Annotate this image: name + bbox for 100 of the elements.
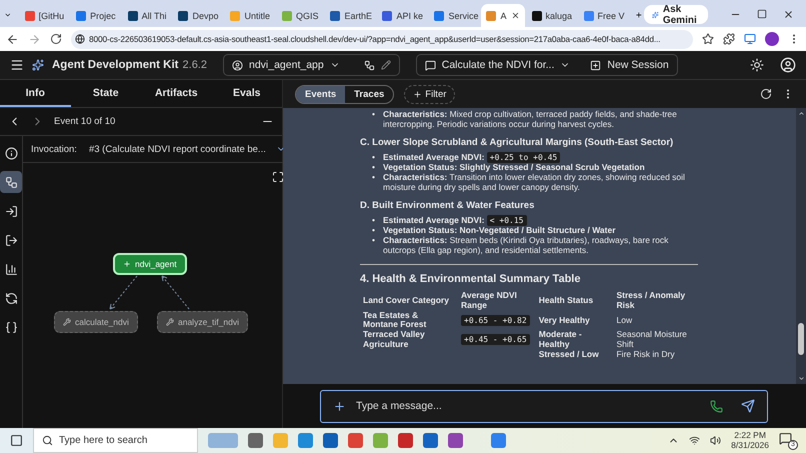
scrollbar[interactable] bbox=[796, 108, 806, 384]
clock[interactable]: 2:22 PM 8/31/2026 bbox=[731, 430, 769, 450]
fullscreen-icon[interactable] bbox=[272, 171, 284, 183]
list-item: • Estimated Average NDVI: +0.25 to +0.45 bbox=[372, 153, 698, 164]
browser-tab[interactable]: All Thi bbox=[122, 4, 172, 27]
ask-gemini-button[interactable]: Ask Gemini bbox=[644, 5, 708, 24]
add-icon[interactable] bbox=[333, 400, 346, 412]
browser-tab[interactable]: Free V bbox=[578, 4, 628, 27]
close-icon[interactable] bbox=[510, 11, 520, 20]
graph-icon[interactable] bbox=[364, 60, 375, 70]
volume-icon[interactable] bbox=[710, 435, 722, 446]
favicon-icon bbox=[434, 10, 444, 20]
browser-tab[interactable]: kaluga bbox=[526, 4, 576, 27]
browser-tab[interactable]: A bbox=[481, 4, 524, 27]
favicon-icon bbox=[330, 10, 340, 20]
panel-tab[interactable]: State bbox=[70, 80, 141, 107]
plus-icon bbox=[413, 90, 422, 98]
table-cell: Low bbox=[616, 314, 632, 325]
plus-icon bbox=[123, 260, 131, 268]
send-icon[interactable] bbox=[741, 399, 755, 413]
start-icon[interactable] bbox=[10, 434, 23, 447]
refresh-icon[interactable] bbox=[760, 88, 772, 100]
column-header: Health Status bbox=[538, 294, 594, 308]
menu-icon[interactable] bbox=[10, 58, 24, 72]
column-header: Land Cover Category bbox=[362, 294, 450, 308]
address-bar[interactable]: 8000-cs-226503619053-default.cs-asia-southeast1-seal.cloudshell.dev/dev-ui/?app=ndvi_agent_app&userId=user&session=217a0aba-caa6-4e0f-baca-a84dd... bbox=[71, 30, 693, 48]
message-field[interactable]: Type a message... bbox=[320, 390, 768, 422]
list-item: • Characteristics: Transition into lower elevation dry zones, showing reduced soil moisture during dry spells and lower canopy density. bbox=[372, 172, 686, 193]
browser-tab[interactable]: EarthE bbox=[325, 4, 376, 27]
table-cell: Tea Estates & Montane Forest bbox=[363, 310, 426, 330]
phone-icon[interactable] bbox=[710, 400, 723, 412]
wrench-icon bbox=[63, 318, 71, 326]
account-icon[interactable] bbox=[780, 57, 796, 73]
browser-tab[interactable]: Service bbox=[429, 4, 480, 27]
panel-tab[interactable]: Evals bbox=[212, 80, 282, 107]
scroll-up-icon[interactable] bbox=[798, 110, 804, 117]
panel-tab[interactable]: Artifacts bbox=[141, 80, 212, 107]
view-tab[interactable]: Events bbox=[296, 86, 346, 102]
list-item: • Vegetation Status: Slightly Stressed / Seasonal Scrub Vegetation bbox=[372, 163, 646, 173]
search-icon bbox=[42, 435, 53, 446]
favicon-icon bbox=[532, 10, 542, 20]
table-cell: Stressed / Low bbox=[538, 348, 599, 359]
chat-icon bbox=[424, 60, 436, 70]
maximize-icon[interactable] bbox=[757, 9, 767, 19]
browser-tab[interactable]: API ke bbox=[377, 4, 428, 27]
close-icon[interactable] bbox=[783, 9, 794, 20]
reload-icon[interactable] bbox=[50, 33, 62, 45]
tool-node[interactable]: analyze_tif_ndvi bbox=[157, 311, 248, 333]
favicon-icon bbox=[128, 10, 138, 20]
section-heading: C. Lower Slope Scrubland & Agricultural Margins (South-East Sector) bbox=[360, 138, 674, 148]
add-icon bbox=[590, 60, 602, 70]
scroll-down-icon[interactable] bbox=[798, 375, 804, 382]
app-title: Agent Development Kit bbox=[52, 59, 179, 71]
logo-icon bbox=[32, 59, 44, 71]
back-icon[interactable] bbox=[6, 32, 19, 46]
theme-icon[interactable] bbox=[750, 58, 764, 72]
browser-tab[interactable]: QGIS bbox=[276, 4, 324, 27]
table-cell: Moderate - Healthy bbox=[538, 329, 582, 349]
browser-tab[interactable]: Projec bbox=[71, 4, 121, 27]
favicon-icon bbox=[584, 10, 594, 20]
browser-tab[interactable]: Untitle bbox=[225, 4, 275, 27]
column-header: Stress / Anomaly Risk bbox=[615, 291, 686, 311]
extensions-icon[interactable] bbox=[723, 33, 735, 45]
scrollbar-thumb[interactable] bbox=[798, 323, 804, 355]
cast-icon[interactable] bbox=[744, 33, 756, 45]
edit-icon[interactable] bbox=[380, 60, 391, 70]
favicon-icon bbox=[76, 10, 86, 20]
favicon-icon bbox=[24, 10, 35, 20]
agent-icon bbox=[232, 60, 243, 70]
list-item: • Vegetation Status: Non-Vegetated / Built Structure / Water bbox=[372, 226, 617, 236]
panel-tab[interactable]: Info bbox=[0, 80, 70, 107]
sparkle-icon bbox=[652, 10, 659, 20]
list-item: • Estimated Average NDVI: < +0.15 bbox=[372, 216, 698, 226]
favicon-icon bbox=[282, 10, 292, 20]
event-counter: Event 10 of 10 bbox=[54, 116, 116, 127]
filter-button[interactable]: Filter bbox=[404, 84, 456, 104]
table-cell: Terraced Valley Agriculture bbox=[363, 329, 425, 349]
site-info-icon[interactable] bbox=[75, 34, 85, 44]
app-selector[interactable]: ndvi_agent_app bbox=[222, 54, 400, 76]
tool-node[interactable]: calculate_ndvi bbox=[54, 311, 138, 333]
agent-node[interactable]: ndvi_agent bbox=[113, 253, 187, 275]
browser-tab[interactable]: Devpo bbox=[173, 4, 224, 27]
code-value: +0.65 - +0.82 bbox=[461, 314, 530, 326]
new-session-button[interactable]: New Session bbox=[607, 59, 669, 71]
version-label: 2.6.2 bbox=[182, 59, 207, 71]
table-cell: Very Healthy bbox=[538, 314, 590, 325]
column-header: Average NDVI Range bbox=[460, 291, 518, 311]
favicon-icon bbox=[382, 10, 392, 20]
network-icon[interactable] bbox=[689, 435, 700, 446]
browser-tab[interactable]: [GitHu bbox=[20, 4, 70, 27]
wrench-icon bbox=[166, 318, 174, 326]
list-item: • Characteristics: Mixed crop cultivation, terraced paddy fields, and shade-tree intercropping. Periodic variations occur during harvest cycles. bbox=[372, 110, 678, 130]
profile-avatar[interactable] bbox=[765, 32, 779, 46]
view-tab[interactable]: Traces bbox=[345, 86, 394, 102]
section-title: 4. Health & Environmental Summary Table bbox=[360, 272, 582, 286]
graph-icon[interactable] bbox=[0, 171, 22, 193]
table-cell: Seasonal Moisture Shift bbox=[616, 329, 687, 349]
session-selector[interactable]: Calculate the NDVI for... New Session bbox=[416, 54, 678, 76]
bookmark-icon[interactable] bbox=[702, 33, 714, 45]
taskbar-search[interactable]: Type here to search bbox=[33, 428, 198, 453]
